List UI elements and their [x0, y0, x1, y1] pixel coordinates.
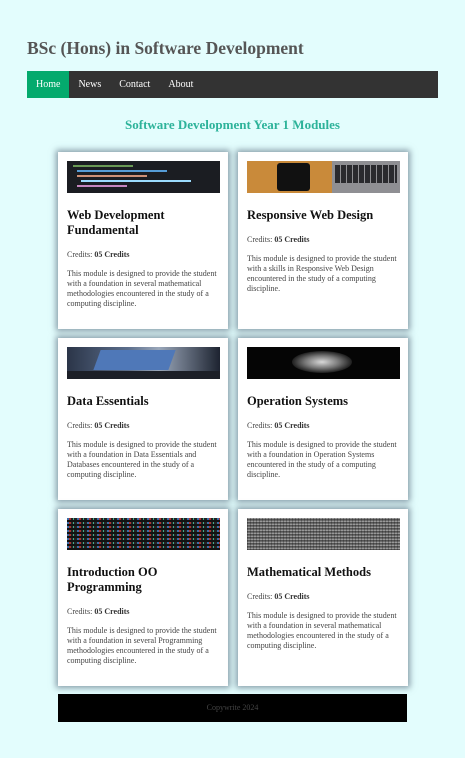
nav-contact[interactable]: Contact — [110, 71, 159, 98]
module-image-code-text — [67, 518, 220, 550]
site-title: BSc (Hons) in Software Development — [27, 38, 304, 58]
module-card-data-essentials: Data Essentials Credits: 05 Credits This… — [58, 338, 228, 500]
module-title: Operation Systems — [247, 394, 349, 408]
module-description: This module is designed to provide the s… — [67, 440, 217, 479]
module-card-responsive-design: Responsive Web Design Credits: 05 Credit… — [238, 152, 408, 329]
module-description: This module is designed to provide the s… — [247, 611, 397, 650]
module-card-web-development: Web Development Fundamental Credits: 05 … — [58, 152, 228, 329]
module-title: Responsive Web Design — [247, 208, 374, 222]
module-credits: Credits: 05 Credits — [67, 250, 130, 259]
module-image-hardware — [247, 347, 400, 379]
module-credits: Credits: 05 Credits — [247, 235, 310, 244]
nav-news[interactable]: News — [69, 71, 110, 98]
module-title: Web Development Fundamental — [67, 208, 165, 237]
module-title: Mathematical Methods — [247, 565, 371, 579]
module-title: Introduction OO Programming — [67, 565, 158, 594]
module-card-operation-systems: Operation Systems Credits: 05 Credits Th… — [238, 338, 408, 500]
section-heading: Software Development Year 1 Modules — [125, 117, 340, 132]
module-credits: Credits: 05 Credits — [247, 421, 310, 430]
nav-home[interactable]: Home — [27, 71, 70, 98]
module-title: Data Essentials — [67, 394, 149, 408]
module-image-phone-laptop — [247, 161, 400, 193]
module-card-oo-programming: Introduction OO Programming Credits: 05 … — [58, 509, 228, 686]
module-description: This module is designed to provide the s… — [247, 254, 397, 293]
module-credits: Credits: 05 Credits — [67, 607, 130, 616]
module-description: This module is designed to provide the s… — [67, 626, 217, 665]
footer: Copywrite 2024 — [58, 694, 407, 722]
module-card-mathematical-methods: Mathematical Methods Credits: 05 Credits… — [238, 509, 408, 686]
main-navbar: Home News Contact About — [27, 71, 438, 98]
module-image-laptop — [67, 347, 220, 379]
module-description: This module is designed to provide the s… — [247, 440, 397, 479]
module-image-digital-noise — [247, 518, 400, 550]
module-credits: Credits: 05 Credits — [247, 592, 310, 601]
nav-about[interactable]: About — [159, 71, 202, 98]
module-image-code — [67, 161, 220, 193]
module-credits: Credits: 05 Credits — [67, 421, 130, 430]
module-description: This module is designed to provide the s… — [67, 269, 217, 308]
